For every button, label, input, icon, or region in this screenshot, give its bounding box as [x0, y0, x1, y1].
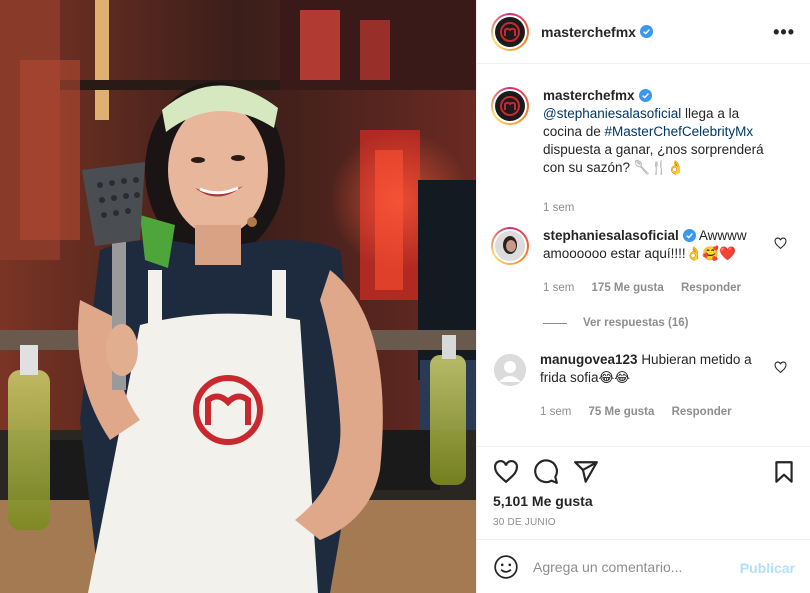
caption: masterchefmx @stephaniesalasoficial lleg…: [491, 87, 801, 217]
likes-count[interactable]: 5,101 Me gusta: [493, 493, 593, 509]
comment-text-block: manugovea123 Hubieran metido a frida sof…: [540, 351, 770, 421]
reply-button[interactable]: Responder: [681, 282, 741, 294]
verified-badge-icon: [682, 229, 696, 242]
view-replies-label[interactable]: Ver respuestas (16): [583, 317, 688, 329]
caption-mention[interactable]: @stephaniesalasoficial: [543, 106, 681, 121]
commenter-avatar[interactable]: [491, 227, 529, 265]
more-options-icon[interactable]: •••: [773, 22, 795, 43]
comment-time[interactable]: 1 sem: [540, 406, 571, 418]
post-header: masterchefmx •••: [477, 0, 810, 64]
caption-hashtag[interactable]: #MasterChefCelebrityMx: [605, 124, 754, 139]
share-paper-plane-icon[interactable]: [573, 459, 599, 485]
post-actions: 5,101 Me gusta 30 DE JUNIO: [477, 446, 810, 539]
caption-text-2: dispuesta a ganar, ¿nos sorprenderá con …: [543, 142, 764, 175]
post-details-panel: masterchefmx ••• masterchefmx @stephanie…: [476, 0, 810, 593]
reply-button[interactable]: Responder: [672, 406, 732, 418]
comment-item: manugovea123 Hubieran metido a frida sof…: [491, 351, 801, 421]
post-date: 30 DE JUNIO: [493, 517, 556, 528]
caption-author-avatar[interactable]: [491, 87, 529, 125]
caption-text-block: masterchefmx @stephaniesalasoficial lleg…: [543, 87, 773, 217]
comment-likes[interactable]: 175 Me gusta: [592, 282, 664, 294]
photo-illustration: [0, 0, 476, 593]
publish-button[interactable]: Publicar: [740, 560, 795, 576]
save-bookmark-icon[interactable]: [771, 459, 797, 485]
profile-photo-icon: [495, 231, 525, 261]
comment-author[interactable]: manugovea123: [540, 352, 638, 367]
caption-time[interactable]: 1 sem: [543, 202, 574, 214]
comment-text-block: stephaniesalasoficial Awwww amoooooo est…: [543, 227, 773, 297]
replies-divider: [543, 322, 567, 324]
comment-time[interactable]: 1 sem: [543, 282, 574, 294]
emoji-picker-icon[interactable]: [493, 554, 519, 580]
caption-author[interactable]: masterchefmx: [543, 88, 635, 103]
author-username[interactable]: masterchefmx: [541, 24, 636, 40]
comment-author[interactable]: stephaniesalasoficial: [543, 228, 679, 243]
default-avatar-icon[interactable]: [494, 354, 526, 386]
masterchef-logo-icon: [495, 16, 525, 47]
post-photo[interactable]: [0, 0, 476, 593]
comments-list[interactable]: masterchefmx @stephaniesalasoficial lleg…: [477, 65, 810, 445]
view-replies-button[interactable]: Ver respuestas (16): [543, 317, 688, 329]
like-heart-icon[interactable]: [493, 459, 519, 485]
comment-bubble-icon[interactable]: [533, 459, 559, 485]
instagram-post: masterchefmx ••• masterchefmx @stephanie…: [0, 0, 810, 593]
verified-badge-icon: [639, 25, 653, 38]
masterchef-logo-icon: [495, 91, 525, 121]
author-avatar[interactable]: [491, 12, 529, 51]
comment-input[interactable]: [533, 558, 733, 575]
add-comment-bar: Publicar: [477, 539, 810, 593]
like-comment-heart-icon[interactable]: [774, 361, 787, 374]
comment-likes[interactable]: 75 Me gusta: [589, 406, 655, 418]
like-comment-heart-icon[interactable]: [774, 237, 787, 250]
comment-item: stephaniesalasoficial Awwww amoooooo est…: [491, 227, 801, 297]
verified-badge-icon: [638, 89, 652, 102]
